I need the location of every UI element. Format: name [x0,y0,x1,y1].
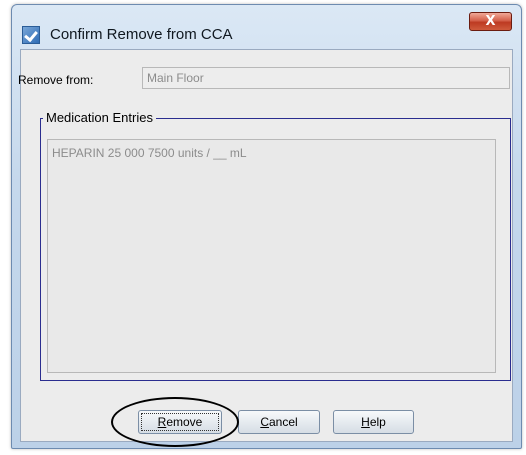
remove-from-field: Main Floor [142,67,510,89]
remove-from-label: Remove from: [18,73,94,87]
list-item: HEPARIN 25 000 7500 units / __ mL [52,146,247,160]
help-button[interactable]: Help [333,410,414,434]
cancel-button[interactable]: Cancel [238,410,320,434]
close-button[interactable]: X [469,12,512,31]
medication-entries-list: HEPARIN 25 000 7500 units / __ mL [47,139,496,373]
help-button-mnemonic: H [361,415,370,429]
remove-button-mnemonic: R [157,415,167,429]
cancel-button-mnemonic: C [260,415,269,429]
remove-button-label: emove [166,415,203,429]
help-button-label: elp [369,415,386,429]
medication-entries-legend: Medication Entries [43,110,156,125]
dialog-title: Confirm Remove from CCA [50,26,233,43]
checkmark-app-icon [22,26,40,44]
cancel-button-label: ancel [268,415,298,429]
remove-button[interactable]: Remove [138,410,222,434]
title-bar[interactable]: Confirm Remove from CCA X [12,5,521,49]
close-icon: X [485,14,496,29]
